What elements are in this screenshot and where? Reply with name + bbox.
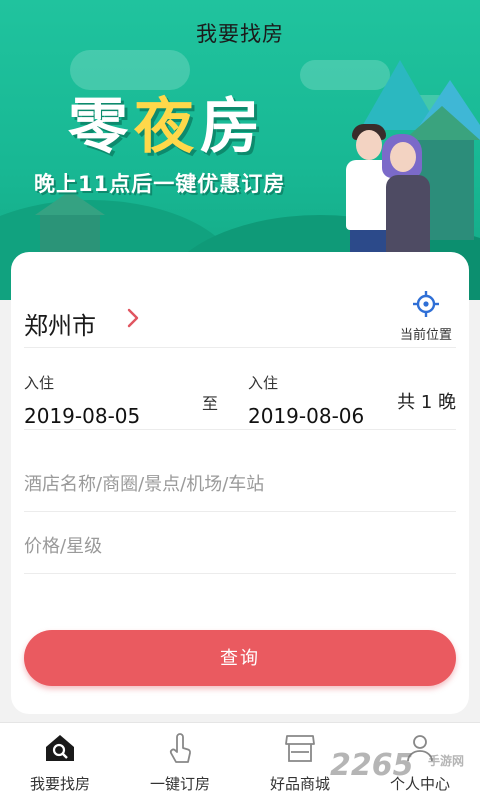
keyword-placeholder: 酒店名称/商圈/景点/机场/车站	[24, 474, 265, 495]
watermark-number: 2265	[330, 748, 414, 783]
banner-subslogan: 晚上11点后一键优惠订房	[34, 172, 286, 196]
site-watermark: 2265 手游网	[330, 748, 464, 783]
nav-item-find-room[interactable]: 我要找房	[0, 723, 120, 800]
store-icon	[285, 735, 315, 762]
checkin-date[interactable]: 2019-08-05	[24, 404, 140, 428]
date-selector[interactable]: 入住 2019-08-05 至 入住 2019-08-06 共 1 晚	[24, 360, 456, 430]
checkout-label: 入住	[248, 374, 279, 392]
date-separator: 至	[202, 394, 219, 413]
nav-label: 一键订房	[149, 775, 210, 793]
watermark-text: 手游网	[428, 754, 465, 768]
checkout-date[interactable]: 2019-08-06	[248, 404, 364, 428]
price-star-field[interactable]: 价格/星级	[24, 512, 456, 574]
query-button[interactable]: 查询	[24, 630, 456, 686]
couple-illustration	[386, 175, 430, 260]
nights-count: 共 1 晚	[397, 392, 456, 413]
page-title: 我要找房	[196, 22, 284, 46]
couple-illustration	[356, 130, 382, 160]
chevron-right-icon	[127, 308, 139, 328]
current-location-button[interactable]: 当前位置	[396, 290, 456, 344]
couple-illustration	[390, 142, 416, 172]
city-selector[interactable]: 郑州市 当前位置	[24, 290, 456, 348]
search-card: 郑州市 当前位置 入住 2019-08-05 至 入住 2019-08-06 共…	[11, 252, 469, 714]
slogan-char: 零	[68, 92, 134, 162]
nav-item-one-click-book[interactable]: 一键订房	[120, 723, 240, 800]
current-location-label: 当前位置	[399, 328, 452, 343]
house-search-icon	[46, 735, 74, 761]
city-name: 郑州市	[24, 312, 96, 340]
slogan-char: 房	[200, 92, 266, 162]
tap-hand-icon	[169, 733, 191, 763]
locate-icon	[413, 291, 439, 317]
keyword-field[interactable]: 酒店名称/商圈/景点/机场/车站	[24, 450, 456, 512]
banner-slogan: 零夜房	[68, 78, 266, 165]
checkin-label: 入住	[24, 374, 55, 392]
nav-label: 我要找房	[29, 775, 90, 793]
price-placeholder: 价格/星级	[24, 536, 103, 557]
slogan-char: 夜	[134, 92, 200, 162]
